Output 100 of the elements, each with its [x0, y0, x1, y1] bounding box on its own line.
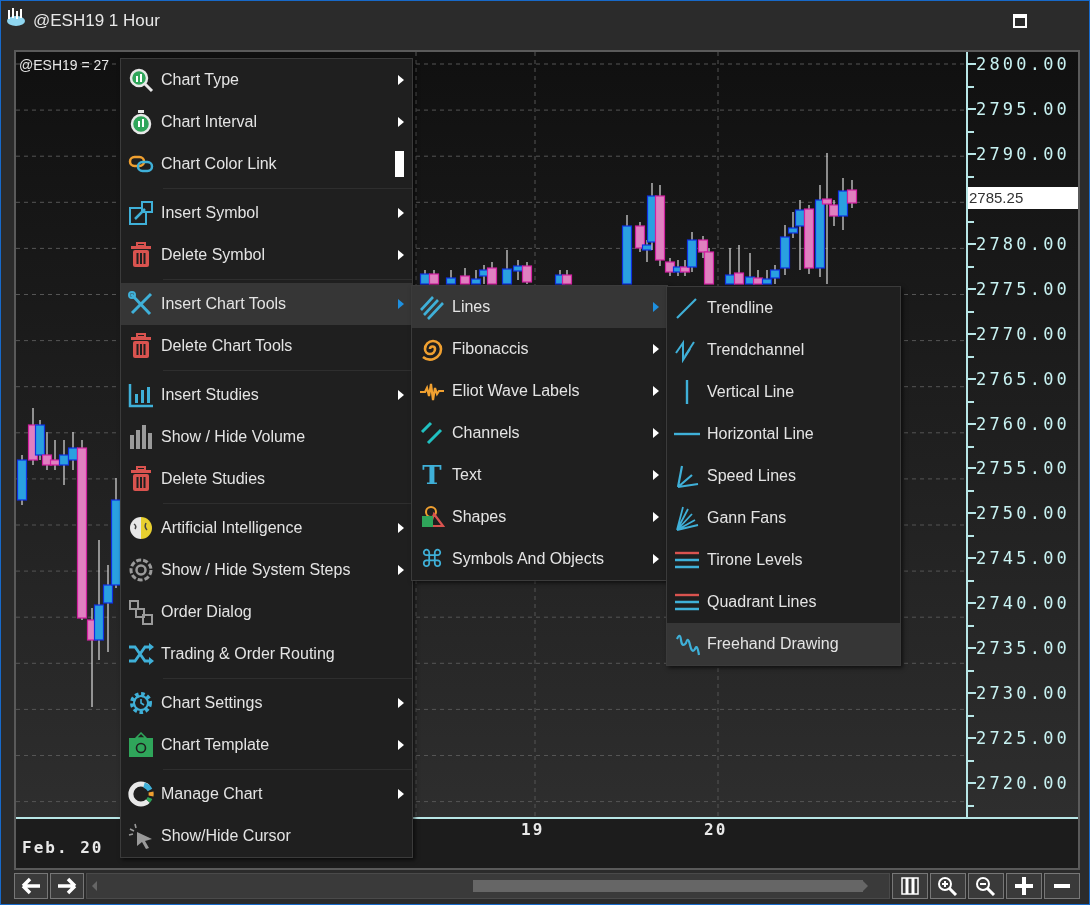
menu-item[interactable]: Trendline: [667, 287, 900, 329]
menu-item[interactable]: Chart Settings: [121, 682, 412, 724]
remove-button[interactable]: [1044, 873, 1080, 899]
candlestick: [486, 261, 498, 285]
scroll-right-icon: [56, 876, 78, 896]
stopwatch-icon: [128, 109, 154, 135]
menu-item[interactable]: Insert Symbol: [121, 192, 412, 234]
volume-bars-icon: [128, 424, 154, 450]
trash-icon: [128, 333, 154, 359]
candlestick: [445, 269, 457, 285]
menu-item[interactable]: Chart Color Link: [121, 143, 412, 185]
price-label: 2790.00: [968, 142, 1071, 165]
vertical-line-icon: [685, 379, 689, 405]
trash-icon: [128, 242, 154, 268]
lines-icon: [419, 294, 445, 320]
color-swatch: [395, 151, 404, 177]
menu-item[interactable]: Show / Hide System Steps: [121, 549, 412, 591]
shuffle-icon: [128, 641, 154, 667]
squares-icon: [128, 599, 154, 625]
diagonal-line-icon: [674, 295, 700, 321]
menu-item[interactable]: Show / Hide Volume: [121, 416, 412, 458]
bar-chart-icon: [128, 382, 154, 408]
zoom-out-button[interactable]: [968, 873, 1004, 899]
menu-item[interactable]: Trendchannel: [667, 329, 900, 371]
symbol-label: @ESH19 = 27: [19, 57, 110, 73]
candlestick: [470, 269, 482, 285]
zoom-out-icon: [975, 876, 997, 896]
scroll-left-button[interactable]: [14, 873, 48, 899]
scroll-right-button[interactable]: [50, 873, 84, 899]
scrollbar[interactable]: [86, 873, 890, 899]
menu-item[interactable]: Delete Chart Tools: [121, 325, 412, 367]
add-icon: [1013, 876, 1035, 896]
channel-icon: [419, 420, 445, 446]
price-label: 2730.00: [968, 682, 1071, 705]
menu-item[interactable]: Insert Studies: [121, 374, 412, 416]
time-label: Feb. 20: [22, 838, 104, 857]
cursor-icon: [128, 823, 154, 849]
menu-item[interactable]: Delete Studies: [121, 458, 412, 500]
price-label: 2720.00: [968, 772, 1071, 794]
menu-item[interactable]: Tirone Levels: [667, 539, 900, 581]
menu-item[interactable]: Manage Chart: [121, 773, 412, 815]
menu-item[interactable]: T Text: [412, 454, 667, 496]
columns-button[interactable]: [892, 873, 928, 899]
candlestick: [459, 267, 471, 285]
target-icon: [128, 557, 154, 583]
menu-item[interactable]: Freehand Drawing: [667, 623, 900, 665]
window-title: @ESH19 1 Hour: [33, 11, 161, 31]
menu-item[interactable]: Lines: [412, 286, 667, 328]
zoom-in-button[interactable]: [930, 873, 966, 899]
candlestick: [419, 269, 431, 285]
candlestick: [561, 269, 573, 285]
tools-icon: [128, 291, 154, 317]
menu-item[interactable]: Chart Template: [121, 724, 412, 766]
menu-item[interactable]: Eliot Wave Labels: [412, 370, 667, 412]
square-arrow-icon: [128, 200, 154, 226]
time-label: 20: [704, 820, 728, 839]
candlestick: [733, 244, 745, 285]
candlestick: [34, 419, 46, 461]
time-label: 19: [521, 820, 545, 839]
remove-icon: [1054, 884, 1070, 888]
brain-icon: [128, 515, 154, 541]
menu-item[interactable]: Show/Hide Cursor: [121, 815, 412, 857]
fan-icon: [674, 505, 700, 531]
menu-item[interactable]: Channels: [412, 412, 667, 454]
command-icon: ⌘: [419, 546, 445, 572]
menu-item[interactable]: Order Dialog: [121, 591, 412, 633]
menu-item[interactable]: Insert Chart Tools: [121, 283, 412, 325]
price-label: 2760.00: [968, 412, 1071, 435]
menu-item[interactable]: Vertical Line: [667, 371, 900, 413]
menu-item[interactable]: Fibonaccis: [412, 328, 667, 370]
shapes-icon: [419, 504, 445, 530]
menu-item[interactable]: Gann Fans: [667, 497, 900, 539]
price-label: 2745.00: [968, 547, 1071, 570]
menu-item[interactable]: Chart Type: [121, 59, 412, 101]
candlestick: [428, 269, 440, 285]
menu-item[interactable]: Shapes: [412, 496, 667, 538]
maximize-icon[interactable]: [1013, 14, 1027, 28]
menu-item[interactable]: Speed Lines: [667, 455, 900, 497]
candlestick: [41, 431, 53, 471]
candlestick: [16, 454, 28, 506]
app-icon: [5, 7, 27, 27]
candlestick: [761, 269, 773, 285]
price-label: 2770.00: [968, 322, 1071, 345]
price-label: 2795.00: [968, 97, 1071, 120]
menu-item[interactable]: ⌘ Symbols And Objects: [412, 538, 667, 580]
text-icon: T: [419, 462, 445, 488]
columns-icon: [899, 876, 921, 896]
ring-icon: [128, 781, 154, 807]
menu-item[interactable]: Artificial Intelligence: [121, 507, 412, 549]
candlestick: [803, 204, 815, 275]
menu-item[interactable]: Chart Interval: [121, 101, 412, 143]
trash-icon: [128, 466, 154, 492]
add-button[interactable]: [1006, 873, 1042, 899]
menu-item[interactable]: Trading & Order Routing: [121, 633, 412, 675]
menu-item[interactable]: Horizontal Line: [667, 413, 900, 455]
menu-item[interactable]: Quadrant Lines: [667, 581, 900, 623]
menu-item[interactable]: Delete Symbol: [121, 234, 412, 276]
price-label: 2725.00: [968, 727, 1071, 750]
zoom-in-icon: [937, 876, 959, 896]
price-label: 2740.00: [968, 592, 1071, 615]
